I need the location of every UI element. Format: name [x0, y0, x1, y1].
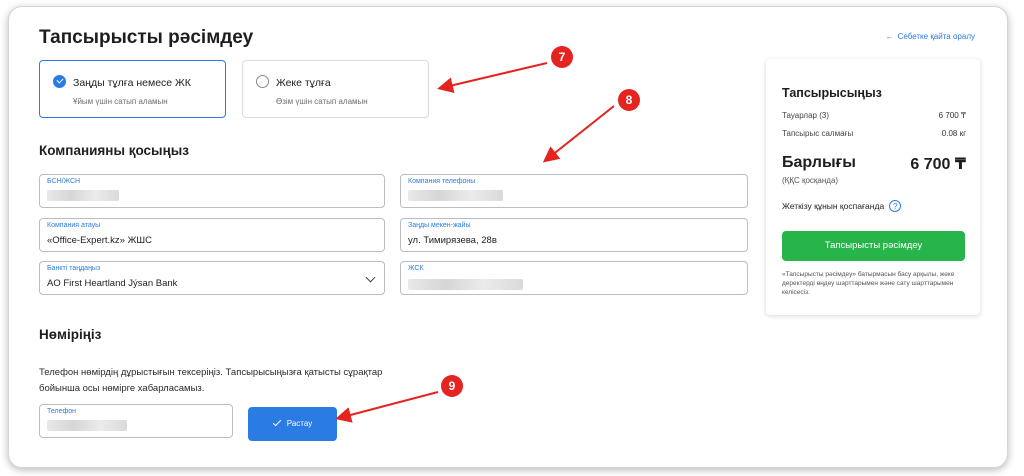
phone-field[interactable]: Телефон [39, 404, 233, 438]
redacted-value [408, 190, 503, 201]
customer-type-subtitle: Ұйым үшін сатып аламын [73, 97, 168, 106]
company-name-label: Компания атауы [47, 222, 101, 229]
company-phone-label: Компания телефоны [408, 178, 476, 185]
customer-type-legal[interactable]: Заңды тұлға немесе ЖК Ұйым үшін сатып ал… [39, 60, 226, 118]
company-phone-field[interactable]: Компания телефоны [400, 174, 748, 208]
phone-label: Телефон [47, 408, 77, 415]
customer-type-individual[interactable]: Жеке тұлға Өзім үшін сатып аламын [242, 60, 429, 118]
back-to-cart-link[interactable]: ← Себетке қайта оралу [886, 32, 975, 41]
check-icon [272, 417, 282, 427]
bin-label: БСН/ЖСН [47, 178, 81, 185]
delivery-note: Жеткізу құнын қоспағанда? [782, 200, 902, 212]
order-summary-card: Тапсырысыңыз Тауарлар (3) 6 700 ₸ Тапсыр… [766, 59, 980, 315]
annotation-badge-8: 8 [618, 89, 640, 111]
items-label: Тауарлар (3) [782, 111, 829, 120]
redacted-value [47, 420, 127, 431]
summary-title: Тапсырысыңыз [782, 86, 882, 100]
confirm-label: Растау [286, 419, 313, 428]
redacted-value [408, 279, 523, 290]
delivery-note-text: Жеткізу құнын қоспағанда [782, 201, 885, 211]
company-name-field[interactable]: Компания атауы «Office-Expert.kz» ЖШС [39, 218, 385, 252]
redacted-value [47, 190, 119, 201]
customer-type-title: Жеке тұлға [276, 77, 331, 89]
iban-label: ЖСК [408, 265, 424, 272]
customer-type-title: Заңды тұлға немесе ЖК [73, 77, 191, 89]
iban-field[interactable]: ЖСК [400, 261, 748, 295]
total-value: 6 700 ₸ [910, 156, 966, 173]
company-section-title: Компанияны қосыңыз [39, 143, 189, 158]
bank-select[interactable]: Банкті таңдаңыз AO First Heartland Jýsan… [39, 261, 385, 295]
items-value: 6 700 ₸ [938, 111, 966, 120]
annotation-badge-9: 9 [441, 375, 463, 397]
phone-section-title: Нөміріңіз [39, 327, 102, 342]
arrow-left-icon: ← [885, 32, 894, 41]
legal-address-value: ул. Тимирязева, 28в [408, 235, 497, 246]
question-circle-icon[interactable]: ? [889, 200, 902, 212]
customer-type-subtitle: Өзім үшін сатып аламын [276, 97, 368, 106]
bin-field[interactable]: БСН/ЖСН [39, 174, 385, 208]
legal-address-label: Заңды мекен-жайы [408, 222, 471, 229]
back-link-label: Себетке қайта оралу [897, 32, 975, 41]
confirm-phone-button[interactable]: Растау [248, 407, 337, 441]
checkout-window: Тапсырысты рәсімдеу ← Себетке қайта оралу… [8, 6, 1008, 468]
company-name-value: «Office-Expert.kz» ЖШС [47, 235, 152, 246]
phone-description: Телефон нөмірдің дұрыстығын тексеріңіз. … [39, 367, 383, 394]
weight-label: Тапсырыс салмағы [782, 129, 854, 138]
check-icon [53, 75, 66, 88]
page-title: Тапсырысты рәсімдеу [39, 27, 254, 48]
vat-note: (ҚҚС қосқанда) [782, 176, 839, 185]
legal-address-field[interactable]: Заңды мекен-жайы ул. Тимирязева, 28в [400, 218, 748, 252]
legal-note: «Тапсырысты рәсімдеу» батырмасын басу ар… [782, 271, 955, 296]
bank-label: Банкті таңдаңыз [47, 265, 101, 272]
weight-row: Тапсырыс салмағы 0.08 кг [782, 129, 966, 138]
chevron-down-icon [365, 272, 376, 283]
weight-value: 0.08 кг [941, 129, 966, 138]
submit-order-button[interactable]: Тапсырысты рәсімдеу [782, 231, 965, 261]
items-row: Тауарлар (3) 6 700 ₸ [782, 111, 966, 120]
radio-icon [256, 75, 269, 88]
bank-value: AO First Heartland Jýsan Bank [47, 278, 178, 289]
annotation-badge-7: 7 [551, 46, 573, 68]
total-label: Барлығы [782, 154, 856, 171]
